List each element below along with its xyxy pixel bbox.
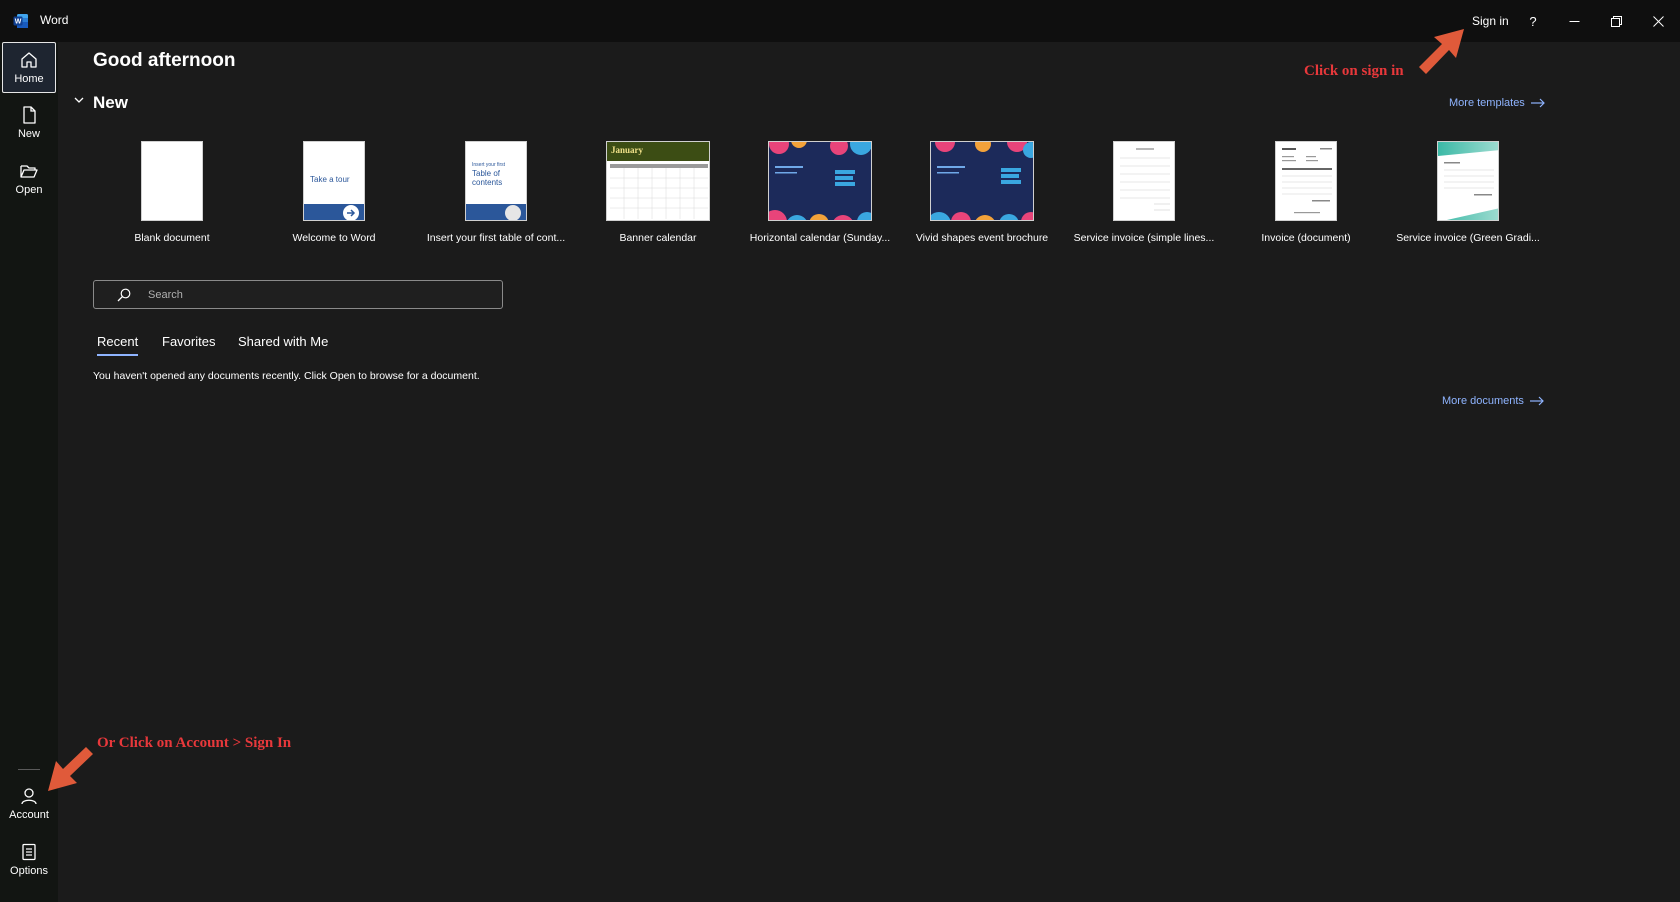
rail-item-label: Open (15, 184, 43, 196)
annotation-account-sign-in: Or Click on Account > Sign In (97, 735, 292, 751)
invoice-lines-graphic (1120, 148, 1170, 211)
template-thumbnail: Insert your first Table of contents (465, 141, 527, 221)
word-logo-icon: W (13, 14, 28, 28)
new-document-icon (23, 106, 36, 124)
template-thumbnail: January (606, 141, 710, 221)
template-thumbnail (1113, 141, 1175, 221)
close-button[interactable] (1643, 8, 1673, 34)
template-thumbnail (1275, 141, 1337, 221)
thumb-text: Take a tour (310, 175, 350, 184)
template-welcome-to-word[interactable]: Take a tour Welcome to Word (259, 141, 409, 251)
thumb-small-text: Insert your first (472, 162, 506, 168)
search-input[interactable] (146, 281, 496, 308)
rail-item-new[interactable]: New (2, 97, 56, 148)
arrow-right-icon (1530, 98, 1545, 108)
template-label: Blank document (134, 232, 210, 244)
new-section-heading: New (93, 93, 128, 112)
rail-item-open[interactable]: Open (2, 153, 56, 204)
template-label: Service invoice (simple lines... (1073, 232, 1215, 244)
template-vivid-shapes-brochure[interactable]: Vivid shapes event brochure (907, 141, 1057, 251)
thumb-big-text: Table of contents (472, 169, 503, 187)
home-icon (21, 52, 37, 68)
chevron-down-icon (74, 97, 84, 103)
minimize-icon (1569, 20, 1579, 22)
template-service-invoice-green[interactable]: Service invoice (Green Gradi... (1393, 141, 1543, 251)
colorful-shapes-graphic (769, 142, 871, 220)
rail-item-home[interactable]: Home (2, 42, 56, 93)
more-documents-link[interactable]: More documents (1442, 395, 1544, 407)
rail-divider (18, 769, 40, 770)
help-button[interactable]: ? (1518, 8, 1548, 34)
calendar-grid-graphic (610, 164, 708, 219)
app-title: Word (40, 13, 69, 27)
rail-item-label: Account (9, 809, 49, 821)
thumb-banner: January (607, 142, 709, 161)
template-label: Vivid shapes event brochure (915, 232, 1049, 244)
template-label: Invoice (document) (1261, 232, 1351, 244)
template-label: Banner calendar (619, 232, 697, 244)
template-horizontal-calendar[interactable]: Horizontal calendar (Sunday... (745, 141, 895, 251)
green-gradient-graphic (1438, 142, 1498, 220)
template-thumbnail (930, 141, 1034, 221)
close-icon (1652, 15, 1664, 27)
annotation-arrow-down-left-icon (48, 747, 93, 791)
arrow-right-icon (1529, 396, 1544, 406)
more-templates-link[interactable]: More templates (1449, 97, 1545, 109)
template-label: Service invoice (Green Gradi... (1396, 232, 1540, 244)
template-blank-document[interactable]: Blank document (97, 141, 247, 251)
options-icon (22, 843, 36, 861)
more-templates-label: More templates (1449, 97, 1525, 109)
search-box[interactable] (93, 280, 503, 309)
folder-open-icon (20, 165, 38, 178)
rail-item-label: Home (14, 73, 44, 85)
template-thumbnail (1437, 141, 1499, 221)
new-section-toggle[interactable] (72, 93, 86, 107)
thumb-badge (505, 205, 521, 220)
template-label: Welcome to Word (292, 232, 376, 244)
tab-recent[interactable]: Recent (97, 334, 139, 356)
svg-text:W: W (15, 19, 22, 26)
account-icon (21, 788, 37, 805)
invoice-lines-graphic (1282, 148, 1332, 214)
rail-item-label: New (17, 128, 40, 140)
arrow-circle-icon (343, 205, 359, 220)
empty-recent-message: You haven't opened any documents recentl… (93, 370, 480, 382)
rail-item-options[interactable]: Options (2, 834, 56, 885)
restore-icon (1610, 15, 1622, 27)
colorful-shapes-graphic (931, 142, 1033, 220)
thumb-month: January (611, 145, 644, 155)
sign-in-button[interactable]: Sign in (1468, 12, 1513, 30)
template-table-of-contents[interactable]: Insert your first Table of contents Inse… (421, 141, 571, 251)
template-thumbnail (768, 141, 872, 221)
template-invoice-document[interactable]: Invoice (document) (1231, 141, 1381, 251)
rail-item-label: Options (10, 865, 48, 877)
search-icon (117, 288, 131, 302)
template-service-invoice-simple[interactable]: Service invoice (simple lines... (1069, 141, 1219, 251)
tab-favorites[interactable]: Favorites (162, 334, 215, 354)
annotation-arrow-up-right-icon (1419, 29, 1464, 74)
template-label: Horizontal calendar (Sunday... (749, 232, 891, 244)
minimize-button[interactable] (1559, 8, 1589, 34)
restore-button[interactable] (1601, 8, 1631, 34)
more-documents-label: More documents (1442, 395, 1524, 407)
template-label: Insert your first table of cont... (426, 232, 566, 244)
template-banner-calendar[interactable]: January Banner calendar (583, 141, 733, 251)
greeting-heading: Good afternoon (93, 50, 236, 71)
template-thumbnail (141, 141, 203, 221)
annotation-click-sign-in: Click on sign in (1304, 63, 1404, 79)
template-thumbnail: Take a tour (303, 141, 365, 221)
tab-shared-with-me[interactable]: Shared with Me (238, 334, 328, 354)
